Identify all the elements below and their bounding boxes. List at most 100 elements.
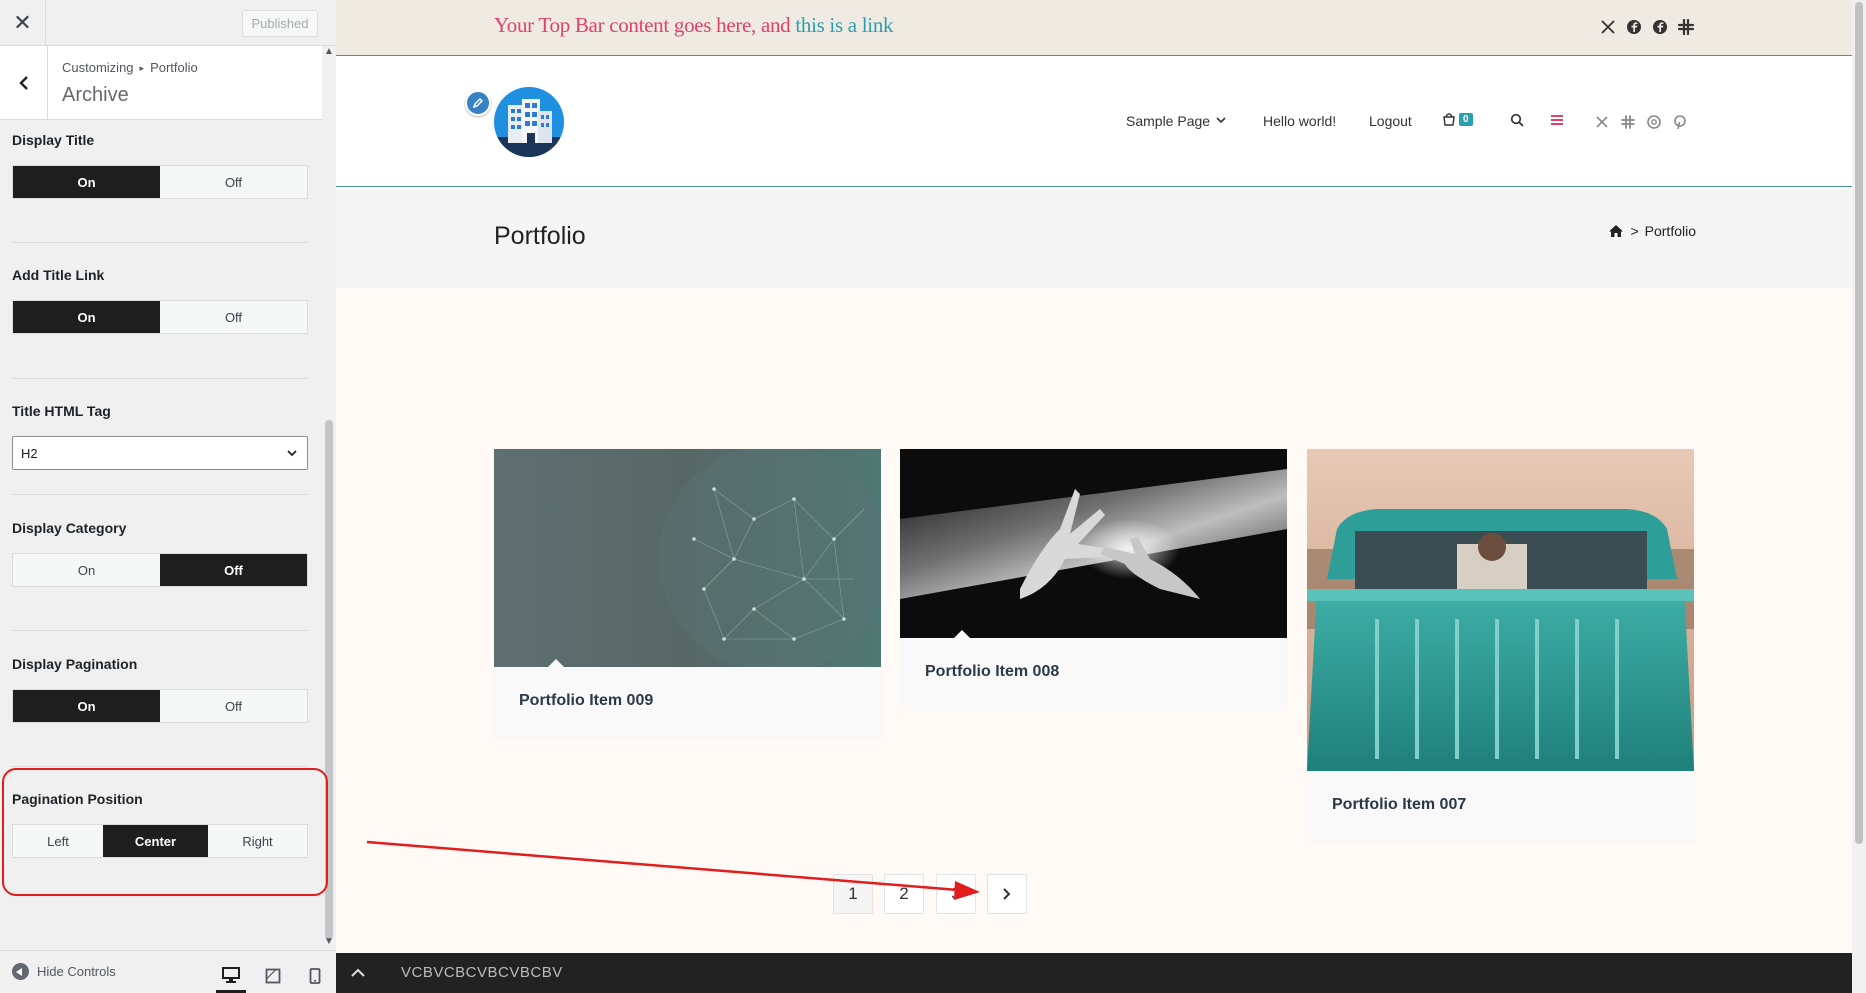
tablet-preview-button[interactable] <box>258 959 288 993</box>
slack-icon[interactable] <box>1678 19 1694 35</box>
pagination-next-button[interactable] <box>987 874 1027 914</box>
customizer-sidebar: ✕ Published Customizing ▸ Portfolio Archiv… <box>0 0 336 993</box>
nav-hello-world[interactable]: Hello world! <box>1263 113 1336 129</box>
desktop-icon <box>222 966 240 983</box>
title-html-tag-select[interactable]: H2 <box>12 436 308 470</box>
facebook-icon[interactable] <box>1626 19 1642 35</box>
cart-count-badge: 0 <box>1459 112 1473 126</box>
display-pagination-on-button[interactable]: On <box>13 690 160 722</box>
mobile-preview-button[interactable] <box>300 959 330 993</box>
x-icon[interactable] <box>1600 19 1616 35</box>
breadcrumb-separator: > <box>1630 223 1639 239</box>
nav-logout[interactable]: Logout <box>1369 113 1412 129</box>
pagination-page-1[interactable]: 1 <box>833 874 873 914</box>
add-title-link-control: Add Title Link On Off <box>12 267 308 337</box>
display-title-off-button[interactable]: Off <box>160 166 307 198</box>
preview-scrollbar[interactable] <box>1852 0 1866 993</box>
hands-light-image <box>900 449 1287 638</box>
top-bar-text: Your Top Bar content goes here, and this… <box>494 13 894 38</box>
tablet-icon <box>265 968 281 984</box>
search-button[interactable] <box>1510 113 1524 127</box>
portfolio-item-title[interactable]: Portfolio Item 008 <box>925 663 1059 681</box>
preview-scroll-thumb[interactable] <box>1855 2 1863 844</box>
home-icon[interactable] <box>1608 224 1624 238</box>
divider <box>12 242 308 243</box>
x-icon[interactable] <box>1594 114 1610 130</box>
top-bar-link[interactable]: this is a link <box>795 13 893 37</box>
nav-sample-page-label: Sample Page <box>1126 113 1211 129</box>
display-pagination-control: Display Pagination On Off <box>12 656 308 726</box>
section-header: Customizing ▸ Portfolio Archive <box>0 46 336 120</box>
chevron-down-icon <box>1216 117 1226 124</box>
page-header: Portfolio > Portfolio <box>336 188 1852 288</box>
site-header: Sample Page Hello world! Logout 0 <box>336 57 1852 187</box>
portfolio-card[interactable]: Portfolio Item 008 <box>900 449 1287 709</box>
customizer-footer: Hide Controls <box>0 950 336 993</box>
title-html-tag-label: Title HTML Tag <box>12 403 111 419</box>
customizer-breadcrumb: Customizing ▸ Portfolio <box>62 60 198 75</box>
add-title-link-off-button[interactable]: Off <box>160 301 307 333</box>
pagination-page-2[interactable]: 2 <box>884 874 924 914</box>
portfolio-card[interactable]: Portfolio Item 007 <box>1307 449 1694 842</box>
top-bar: Your Top Bar content goes here, and this… <box>336 0 1852 56</box>
breadcrumb-root: Customizing <box>62 60 134 75</box>
threads-icon[interactable] <box>1646 114 1662 130</box>
chevron-left-icon <box>18 76 28 90</box>
annotation-highlight-box <box>2 768 328 896</box>
menu-button[interactable] <box>1550 113 1564 127</box>
nav-sample-page[interactable]: Sample Page <box>1126 113 1228 129</box>
mobile-icon <box>309 968 321 984</box>
scroll-up-arrow[interactable]: ▲ <box>322 46 336 57</box>
close-customizer-button[interactable]: ✕ <box>0 0 46 46</box>
search-icon <box>1510 113 1524 127</box>
bottom-bar: VCBVCBCVBCVBCBV <box>336 953 1852 993</box>
facebook-icon[interactable] <box>1652 19 1668 35</box>
title-html-tag-control: Title HTML Tag H2 <box>12 403 308 473</box>
title-html-tag-value: H2 <box>21 445 38 461</box>
back-button[interactable] <box>0 46 48 120</box>
display-category-off-button[interactable]: Off <box>160 554 307 586</box>
portfolio-image[interactable] <box>900 449 1287 638</box>
add-title-link-label: Add Title Link <box>12 267 105 283</box>
add-title-link-toggle: On Off <box>12 300 308 334</box>
vintage-car-image <box>1307 449 1694 771</box>
chevron-up-icon <box>351 968 365 977</box>
display-title-control: Display Title On Off <box>12 132 308 202</box>
divider <box>12 494 308 495</box>
chevron-right-icon <box>1003 888 1011 900</box>
hide-controls-label: Hide Controls <box>37 964 116 979</box>
portfolio-image[interactable] <box>494 449 881 667</box>
breadcrumb-separator: ▸ <box>139 63 145 73</box>
portfolio-item-title[interactable]: Portfolio Item 007 <box>1332 796 1466 814</box>
cart-icon <box>1443 113 1455 126</box>
scroll-down-arrow[interactable]: ▼ <box>322 936 336 947</box>
card-notch <box>954 630 970 638</box>
edit-shortcut-button[interactable] <box>465 90 491 116</box>
desktop-preview-button[interactable] <box>216 959 246 993</box>
display-title-on-button[interactable]: On <box>13 166 160 198</box>
divider <box>12 766 308 767</box>
portfolio-item-title[interactable]: Portfolio Item 009 <box>519 692 653 710</box>
display-category-on-button[interactable]: On <box>13 554 160 586</box>
cart-button[interactable]: 0 <box>1442 112 1473 126</box>
hide-controls-button[interactable]: Hide Controls <box>12 963 116 980</box>
add-title-link-on-button[interactable]: On <box>13 301 160 333</box>
portfolio-image[interactable] <box>1307 449 1694 771</box>
pagination-page-3[interactable]: 3 <box>936 874 976 914</box>
card-notch <box>548 659 564 667</box>
display-pagination-off-button[interactable]: Off <box>160 690 307 722</box>
site-logo[interactable] <box>494 87 564 157</box>
published-button[interactable]: Published <box>242 10 318 37</box>
slack-icon[interactable] <box>1620 114 1636 130</box>
display-title-toggle: On Off <box>12 165 308 199</box>
close-icon: ✕ <box>13 10 32 35</box>
display-category-label: Display Category <box>12 520 127 536</box>
divider <box>12 378 308 379</box>
collapse-icon <box>12 963 29 980</box>
site-breadcrumb: > Portfolio <box>1608 223 1696 239</box>
menu-icon <box>1551 115 1563 125</box>
top-bar-message: Your Top Bar content goes here, and <box>494 13 796 37</box>
scroll-top-button[interactable] <box>336 953 380 993</box>
pinterest-icon[interactable] <box>1672 114 1688 130</box>
portfolio-card[interactable]: Portfolio Item 009 <box>494 449 881 738</box>
